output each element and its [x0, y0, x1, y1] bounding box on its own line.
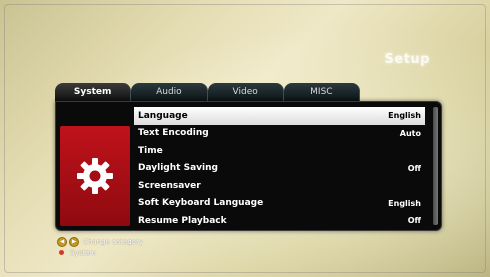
menu-item-label: Time — [138, 145, 163, 156]
menu-item-value: Off — [407, 216, 421, 226]
hint-label: System — [70, 248, 97, 257]
hint-system: System — [57, 247, 143, 258]
page-title: Setup — [384, 52, 430, 67]
red-dot-icon — [59, 250, 64, 255]
tab-misc[interactable]: MISC — [283, 83, 360, 101]
menu-item-text-encoding[interactable]: Text Encoding Auto — [134, 125, 425, 143]
category-icon-box — [60, 126, 130, 226]
hint-label: Change category — [83, 237, 143, 246]
settings-menu: Language English Text Encoding Auto Time… — [134, 107, 425, 230]
tab-system[interactable]: System — [55, 83, 132, 101]
right-arrow-key-icon: ▶ — [69, 236, 79, 247]
menu-item-label: Screensaver — [138, 180, 201, 191]
left-arrow-key-icon: ◀ — [57, 236, 67, 247]
menu-item-value: English — [388, 111, 421, 121]
tab-video[interactable]: Video — [207, 83, 284, 101]
menu-scrollbar[interactable] — [433, 107, 438, 225]
menu-item-value: Off — [407, 163, 421, 173]
menu-item-time[interactable]: Time — [134, 142, 425, 160]
setup-screen: Setup System Audio Video MISC Language E… — [0, 0, 490, 277]
menu-item-value: English — [388, 198, 421, 208]
hint-change-category: ◀ ▶ Change category — [57, 236, 143, 247]
tab-audio[interactable]: Audio — [131, 83, 208, 101]
menu-item-label: Soft Keyboard Language — [138, 198, 264, 209]
menu-item-label: Text Encoding — [138, 128, 209, 139]
menu-item-label: Resume Playback — [138, 215, 227, 226]
menu-item-label: Daylight Saving — [138, 163, 218, 174]
menu-item-language[interactable]: Language English — [134, 107, 425, 125]
category-tabs: System Audio Video MISC — [55, 83, 360, 101]
menu-item-resume-playback[interactable]: Resume Playback Off — [134, 212, 425, 230]
menu-item-label: Language — [138, 110, 188, 121]
scrollbar-thumb[interactable] — [433, 107, 438, 225]
gear-icon — [77, 158, 113, 194]
settings-panel: Language English Text Encoding Auto Time… — [55, 101, 442, 231]
menu-item-screensaver[interactable]: Screensaver — [134, 177, 425, 195]
menu-item-daylight-saving[interactable]: Daylight Saving Off — [134, 160, 425, 178]
hint-bar: ◀ ▶ Change category System — [57, 236, 143, 258]
menu-item-soft-keyboard-language[interactable]: Soft Keyboard Language English — [134, 195, 425, 213]
menu-item-value: Auto — [399, 128, 421, 138]
